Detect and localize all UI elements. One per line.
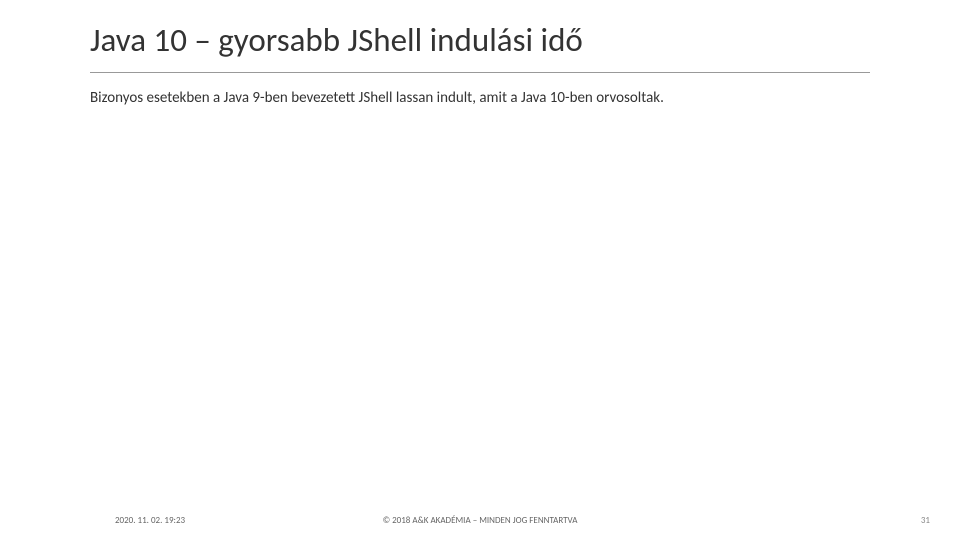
slide-title: Java 10 – gyorsabb JShell indulási idő [90, 20, 870, 60]
slide-footer: 2020. 11. 02. 19:23 © 2018 A&K AKADÉMIA … [0, 515, 960, 526]
footer-timestamp: 2020. 11. 02. 19:23 [115, 515, 185, 526]
footer-copyright: © 2018 A&K AKADÉMIA – MINDEN JOG FENNTAR… [383, 515, 578, 526]
footer-page-number: 31 [921, 515, 930, 526]
slide-body-text: Bizonyos esetekben a Java 9-ben bevezete… [90, 88, 870, 109]
title-divider [90, 72, 870, 73]
slide-container: Java 10 – gyorsabb JShell indulási idő B… [0, 0, 960, 540]
